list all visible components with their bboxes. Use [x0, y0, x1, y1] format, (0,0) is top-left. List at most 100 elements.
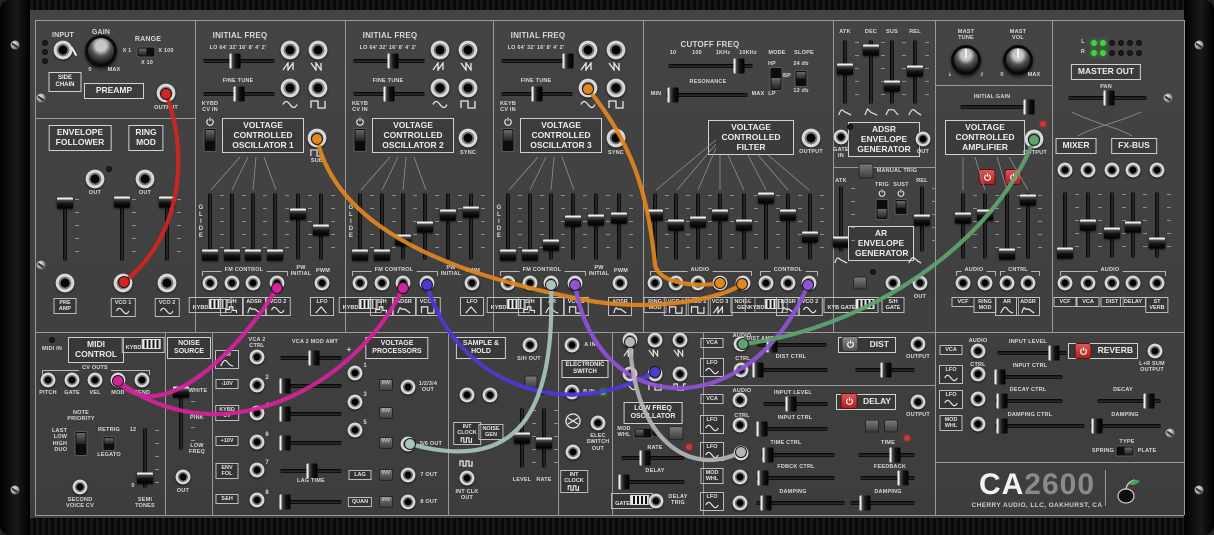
vco1-fm1-slider[interactable]: [223, 193, 241, 260]
dist-power-button[interactable]: [842, 336, 859, 352]
vco3-pwm-jack[interactable]: [613, 276, 628, 291]
mixer-delay-slider[interactable]: [1124, 192, 1142, 258]
vcf-audio2-slider[interactable]: [667, 193, 685, 260]
vca-audio2-slider[interactable]: [976, 193, 994, 259]
vcf-audio3-slider[interactable]: [689, 193, 707, 260]
ring-mod-slider-2[interactable]: [158, 197, 176, 261]
midi-vel-jack[interactable]: [88, 373, 103, 388]
lfo-trig-button[interactable]: [669, 426, 684, 440]
dist-ctrl-slider[interactable]: [753, 362, 828, 378]
vco2-glide-slider[interactable]: [351, 193, 369, 260]
vcf-ctrl-vco2-jack[interactable]: [802, 276, 817, 291]
vco3-fm1-slider[interactable]: [521, 193, 539, 260]
reverb-decay-ctrl-slider[interactable]: [995, 393, 1063, 409]
vca-ctrl2-slider[interactable]: [1019, 193, 1037, 259]
vco3-pwm-slider[interactable]: [610, 193, 628, 260]
mixer-audio-delay-jack[interactable]: [1126, 276, 1141, 291]
delay-trig-jack[interactable]: [649, 494, 664, 509]
reverb-damping-ctrl-jack[interactable]: [971, 417, 986, 432]
ar-out-jack[interactable]: [913, 276, 928, 291]
filter-slope-switch[interactable]: [795, 70, 808, 87]
preamp-in-jack[interactable]: [56, 274, 75, 293]
delay-damping-ctrl-jack[interactable]: [733, 496, 748, 511]
vca2-ctrl-jack[interactable]: [250, 350, 265, 365]
fxbus-dist-jack[interactable]: [1105, 163, 1120, 178]
vco2-keyb-cv-switch[interactable]: [354, 128, 367, 152]
vco3-pw-slider[interactable]: [587, 193, 605, 260]
delay-fdbck-ctrl-jack[interactable]: [733, 470, 748, 485]
delay-time-slider[interactable]: [858, 447, 915, 463]
delay-option-button-2[interactable]: [884, 420, 898, 433]
vp-in8-jack[interactable]: [250, 493, 265, 508]
vp-in2-jack[interactable]: [250, 378, 265, 393]
vca-audio-ringmod-jack[interactable]: [978, 276, 993, 291]
vp-out-1234-jack[interactable]: [401, 380, 416, 395]
master-tune-knob[interactable]: [951, 45, 981, 75]
filter-mode-switch[interactable]: [770, 67, 783, 91]
vco1-pwm-slider[interactable]: [312, 193, 330, 260]
vp-slider-6[interactable]: [280, 435, 342, 451]
vcf-audio1-slider[interactable]: [646, 193, 664, 260]
vcf-audio4-slider[interactable]: [711, 193, 729, 260]
adsr-release-slider[interactable]: [906, 40, 924, 104]
inv-button-2[interactable]: INV: [379, 407, 393, 419]
adsr-decay-slider[interactable]: [862, 40, 880, 104]
vco2-fm3-slider[interactable]: [416, 193, 434, 260]
lag-time-slider[interactable]: [280, 463, 342, 479]
retrig-legato-switch[interactable]: [103, 436, 116, 451]
delay-fdbck-ctrl-slider[interactable]: [756, 470, 835, 486]
mixer-audio-verb-jack[interactable]: [1150, 276, 1165, 291]
vcf-ctrl1-slider[interactable]: [757, 193, 775, 260]
reverb-damping-ctrl-slider[interactable]: [995, 418, 1085, 434]
delay-damping-r-slider[interactable]: [850, 495, 915, 511]
note-priority-switch[interactable]: [75, 431, 88, 456]
es-a-in-jack[interactable]: [565, 338, 580, 353]
ar-release-slider[interactable]: [913, 186, 931, 252]
vco3-keyb-cv-switch[interactable]: [502, 128, 515, 152]
delay-input-level-slider[interactable]: [763, 396, 828, 412]
es-b-in-jack[interactable]: [565, 385, 580, 400]
vco3-saw-out-jack[interactable]: [579, 41, 598, 60]
vco1-sine-out-jack[interactable]: [281, 79, 300, 98]
env-follower-slider[interactable]: [56, 197, 74, 261]
vca-ctrl-ar-jack[interactable]: [1000, 276, 1015, 291]
vcf-audio-ringmod-jack[interactable]: [648, 276, 663, 291]
lfo-delay-slider[interactable]: [619, 474, 685, 490]
delay-time-ctrl-slider[interactable]: [761, 447, 835, 463]
reverb-decay-ctrl-jack[interactable]: [971, 392, 986, 407]
vco2-pwm-slider[interactable]: [462, 193, 480, 260]
vco1-saw-out-jack[interactable]: [281, 41, 300, 60]
elec-switch-out-jack[interactable]: [591, 416, 606, 431]
cutoff-freq-slider[interactable]: [668, 58, 753, 74]
vco3-fine-tune-slider[interactable]: [501, 86, 573, 102]
midi-mod-jack[interactable]: [111, 373, 126, 388]
reverb-audio-jack[interactable]: [971, 344, 986, 359]
vco1-glide-slider[interactable]: [201, 193, 219, 260]
vco3-fm-sh-jack[interactable]: [523, 276, 538, 291]
vcf-output-jack[interactable]: [802, 129, 821, 148]
reverb-input-ctrl-slider[interactable]: [995, 369, 1063, 385]
vca-audio1-slider[interactable]: [954, 193, 972, 259]
initial-gain-slider[interactable]: [960, 99, 1034, 115]
dist-output-jack[interactable]: [911, 337, 926, 352]
lfo-pulse-out-jack[interactable]: [673, 367, 688, 382]
vco3-fm2-slider[interactable]: [542, 193, 560, 260]
reverb-decay-slider[interactable]: [1097, 393, 1161, 409]
preamp-input-jack[interactable]: [54, 41, 73, 60]
vco2-fm2-slider[interactable]: [394, 193, 412, 260]
vp-input1-jack[interactable]: [348, 366, 363, 381]
vco1-pw-slider[interactable]: [289, 193, 307, 260]
vco1-ramp-out-jack[interactable]: [309, 41, 328, 60]
vcf-audio-noise-jack[interactable]: [736, 276, 751, 291]
ringmod-vco2-jack[interactable]: [158, 274, 177, 293]
vco3-fm-ar-jack[interactable]: [544, 276, 559, 291]
delay-output-jack[interactable]: [911, 395, 926, 410]
sh-level-slider[interactable]: [513, 408, 531, 468]
vco2-fm-kybd-jack[interactable]: [353, 276, 368, 291]
fxbus-verb-jack[interactable]: [1150, 163, 1165, 178]
vp-slider-2[interactable]: [280, 378, 342, 394]
sh-gate-jack[interactable]: [886, 276, 901, 291]
mixer-audio-vca-jack[interactable]: [1081, 276, 1096, 291]
vp-slider-8[interactable]: [280, 494, 342, 510]
midi-gate-jack[interactable]: [65, 373, 80, 388]
